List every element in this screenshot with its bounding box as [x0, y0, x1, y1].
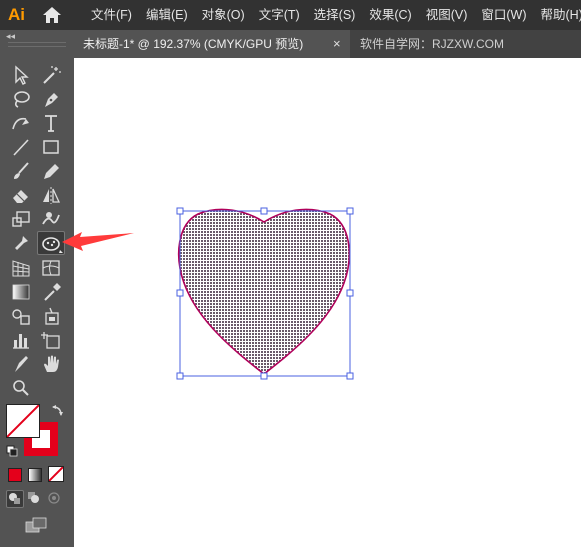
handle-top[interactable]	[260, 207, 268, 215]
handle-bottom-left[interactable]	[176, 372, 184, 380]
handle-bottom-right[interactable]	[346, 372, 354, 380]
handle-bottom[interactable]	[260, 372, 268, 380]
handle-top-left[interactable]	[176, 207, 184, 215]
handle-right[interactable]	[346, 289, 354, 297]
heart-shape[interactable]	[178, 208, 350, 376]
annotation-arrow-icon	[62, 232, 134, 251]
artwork-layer	[62, 207, 354, 380]
handle-left[interactable]	[176, 289, 184, 297]
handle-top-right[interactable]	[346, 207, 354, 215]
